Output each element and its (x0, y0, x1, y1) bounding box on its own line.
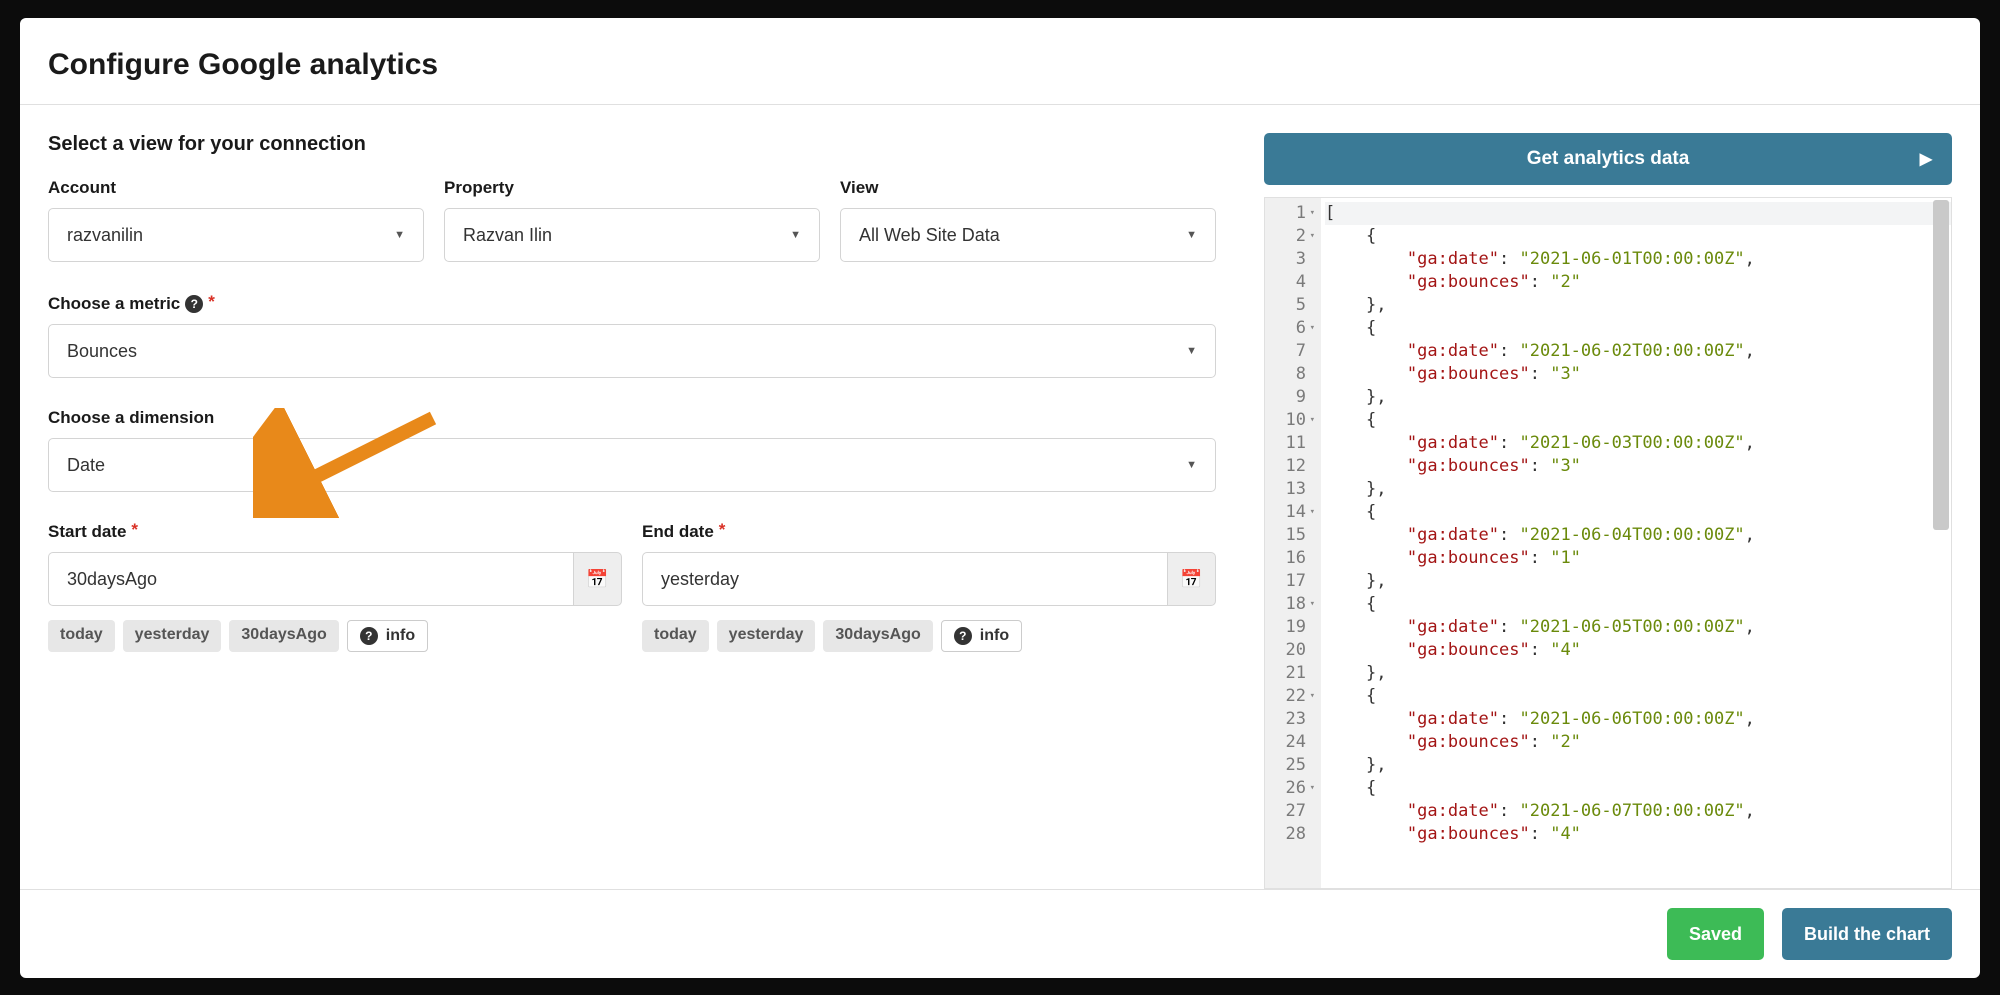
select-property-value: Razvan Ilin (463, 225, 552, 246)
calendar-icon: 📅 (1180, 569, 1202, 590)
code-gutter: 1▾2▾3456▾78910▾11121314▾15161718▾1920212… (1265, 198, 1321, 888)
chip-end-today[interactable]: today (642, 620, 709, 652)
select-dimension[interactable]: Date ▼ (48, 438, 1216, 492)
field-property: Property Razvan Ilin ▼ (444, 178, 820, 262)
chip-start-30daysago[interactable]: 30daysAgo (229, 620, 338, 652)
field-metric: Choose a metric ? * Bounces ▼ (48, 294, 1216, 378)
build-chart-button[interactable]: Build the chart (1782, 908, 1952, 960)
select-view-value: All Web Site Data (859, 225, 1000, 246)
field-account: Account razvanilin ▼ (48, 178, 424, 262)
section-title: Select a view for your connection (48, 133, 1216, 156)
select-dimension-value: Date (67, 455, 105, 476)
chip-end-yesterday[interactable]: yesterday (717, 620, 816, 652)
chip-start-today[interactable]: today (48, 620, 115, 652)
help-icon[interactable]: ? (185, 295, 203, 313)
label-view: View (840, 178, 1216, 198)
field-end-date: End date * yesterday 📅 today yesterday (642, 522, 1216, 652)
connection-row: Account razvanilin ▼ Property Razvan Ili… (48, 178, 1216, 262)
start-date-picker-button[interactable]: 📅 (573, 552, 622, 606)
chevron-down-icon: ▼ (1186, 459, 1197, 471)
dates-row: Start date * 30daysAgo 📅 today yesterda (48, 522, 1216, 652)
start-chips: today yesterday 30daysAgo ? info (48, 620, 622, 652)
end-chips: today yesterday 30daysAgo ? info (642, 620, 1216, 652)
saved-button[interactable]: Saved (1667, 908, 1764, 960)
calendar-icon: 📅 (586, 569, 608, 590)
field-start-date: Start date * 30daysAgo 📅 today yesterda (48, 522, 622, 652)
modal-title: Configure Google analytics (48, 48, 1952, 82)
label-start: Start date * (48, 522, 622, 542)
required-mark: * (131, 520, 138, 540)
chip-end-30daysago[interactable]: 30daysAgo (823, 620, 932, 652)
chip-end-info[interactable]: ? info (941, 620, 1022, 652)
select-account[interactable]: razvanilin ▼ (48, 208, 424, 262)
field-dimension: Choose a dimension Date ▼ (48, 408, 1216, 492)
field-view: View All Web Site Data ▼ (840, 178, 1216, 262)
modal-body: Select a view for your connection Accoun… (20, 105, 1980, 889)
start-date-input[interactable]: 30daysAgo (48, 552, 573, 606)
json-preview[interactable]: 1▾2▾3456▾78910▾11121314▾15161718▾1920212… (1264, 197, 1952, 889)
label-account: Account (48, 178, 424, 198)
select-property[interactable]: Razvan Ilin ▼ (444, 208, 820, 262)
help-icon: ? (360, 627, 378, 645)
label-metric: Choose a metric ? * (48, 294, 1216, 314)
chip-start-yesterday[interactable]: yesterday (123, 620, 222, 652)
chevron-down-icon: ▼ (790, 229, 801, 241)
label-property: Property (444, 178, 820, 198)
select-metric-value: Bounces (67, 341, 137, 362)
label-dimension: Choose a dimension (48, 408, 1216, 428)
chevron-down-icon: ▼ (1186, 229, 1197, 241)
preview-panel: Get analytics data ▶ 1▾2▾3456▾78910▾1112… (1264, 133, 1952, 889)
required-mark: * (208, 292, 215, 312)
chevron-down-icon: ▼ (394, 229, 405, 241)
label-end: End date * (642, 522, 1216, 542)
end-date-input[interactable]: yesterday (642, 552, 1167, 606)
chip-start-info[interactable]: ? info (347, 620, 428, 652)
scrollbar[interactable] (1933, 200, 1949, 530)
code-body: [ { "ga:date": "2021-06-01T00:00:00Z", "… (1321, 198, 1951, 888)
chevron-down-icon: ▼ (1186, 345, 1197, 357)
config-modal: Configure Google analytics Select a view… (20, 18, 1980, 978)
play-icon: ▶ (1920, 149, 1932, 169)
form-panel: Select a view for your connection Accoun… (48, 133, 1216, 889)
get-analytics-button[interactable]: Get analytics data ▶ (1264, 133, 1952, 185)
select-metric[interactable]: Bounces ▼ (48, 324, 1216, 378)
end-date-picker-button[interactable]: 📅 (1167, 552, 1216, 606)
select-view[interactable]: All Web Site Data ▼ (840, 208, 1216, 262)
modal-header: Configure Google analytics (20, 18, 1980, 105)
required-mark: * (719, 520, 726, 540)
modal-footer: Saved Build the chart (20, 889, 1980, 978)
help-icon: ? (954, 627, 972, 645)
select-account-value: razvanilin (67, 225, 143, 246)
